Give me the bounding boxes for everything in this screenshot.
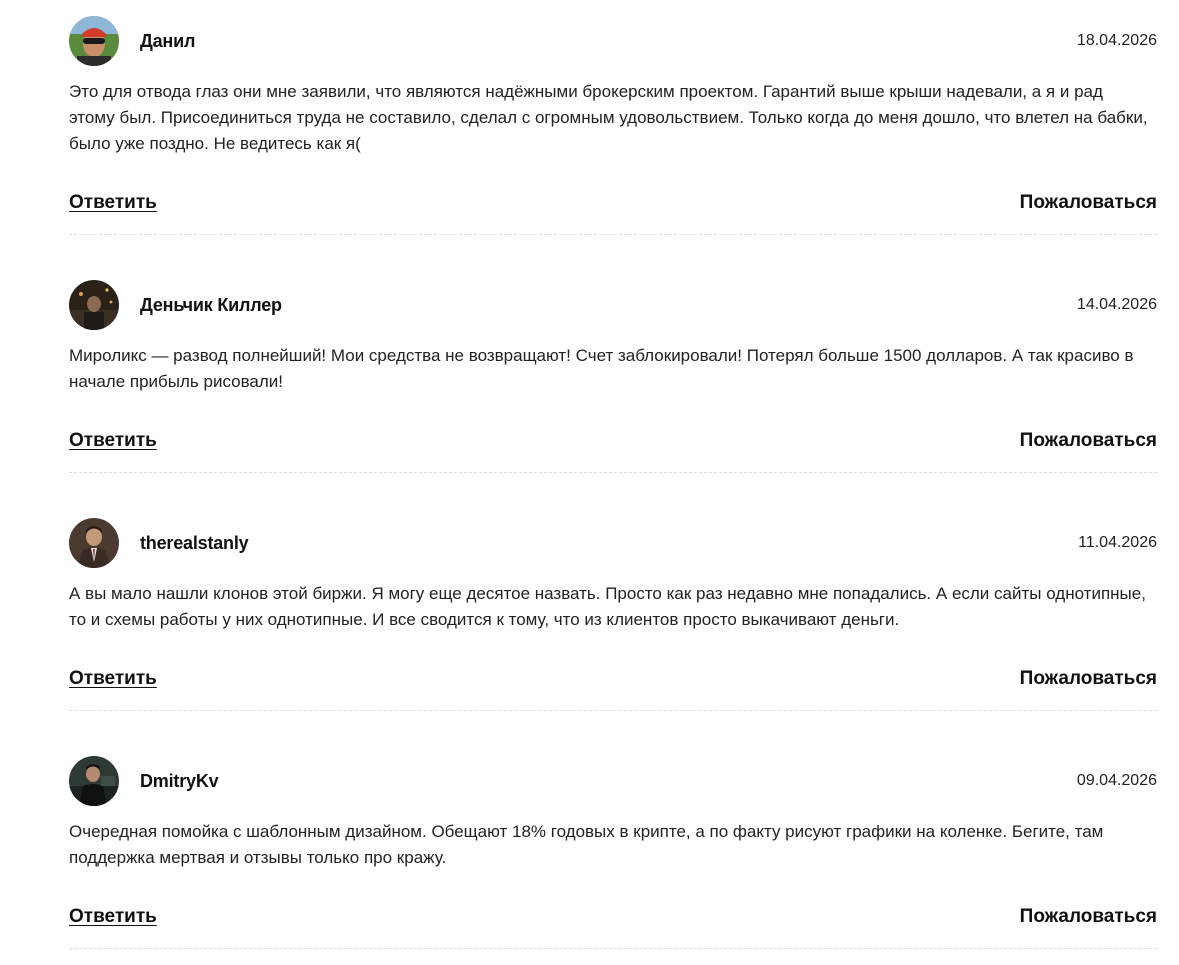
comment-item: therealstanly 11.04.2026 А вы мало нашли… xyxy=(69,473,1157,711)
comment-author[interactable]: Деньчик Киллер xyxy=(140,295,282,316)
avatar[interactable] xyxy=(69,16,119,66)
comment-actions: Ответить Пожаловаться xyxy=(69,902,1157,932)
comment-item: DmitryKv 09.04.2026 Очередная помойка с … xyxy=(69,711,1157,949)
complain-link[interactable]: Пожаловаться xyxy=(1020,430,1157,452)
complain-link[interactable]: Пожаловаться xyxy=(1020,192,1157,214)
reply-link[interactable]: Ответить xyxy=(69,192,157,214)
comment-item: Данил 18.04.2026 Это для отвода глаз они… xyxy=(69,0,1157,235)
comment-header: Данил 18.04.2026 xyxy=(69,16,1157,66)
reply-link[interactable]: Ответить xyxy=(69,668,157,690)
avatar[interactable] xyxy=(69,280,119,330)
comment-date: 18.04.2026 xyxy=(1076,32,1157,49)
comment-author[interactable]: Данил xyxy=(140,31,195,52)
reply-link[interactable]: Ответить xyxy=(69,430,157,452)
comment-text: А вы мало нашли клонов этой биржи. Я мог… xyxy=(69,584,1146,629)
comment-author[interactable]: DmitryKv xyxy=(140,771,219,792)
comment-text: Это для отвода глаз они мне заявили, что… xyxy=(69,82,1148,153)
reply-link[interactable]: Ответить xyxy=(69,906,157,928)
comments-list: Данил 18.04.2026 Это для отвода глаз они… xyxy=(69,0,1157,949)
comment-header: DmitryKv 09.04.2026 xyxy=(69,756,1157,806)
complain-link[interactable]: Пожаловаться xyxy=(1020,668,1157,690)
comment-text: Мироликс — развод полнейший! Мои средств… xyxy=(69,346,1134,391)
avatar[interactable] xyxy=(69,518,119,568)
complain-link[interactable]: Пожаловаться xyxy=(1020,906,1157,928)
comment-author[interactable]: therealstanly xyxy=(140,533,249,554)
avatar[interactable] xyxy=(69,756,119,806)
comment-date: 11.04.2026 xyxy=(1078,534,1157,551)
comment-actions: Ответить Пожаловаться xyxy=(69,188,1157,218)
comment-header: Деньчик Киллер 14.04.2026 xyxy=(69,280,1157,330)
comment-actions: Ответить Пожаловаться xyxy=(69,426,1157,456)
comment-date: 09.04.2026 xyxy=(1076,772,1157,789)
comment-date: 14.04.2026 xyxy=(1076,296,1157,313)
comment-text: Очередная помойка с шаблонным дизайном. … xyxy=(69,822,1104,867)
comment-header: therealstanly 11.04.2026 xyxy=(69,518,1157,568)
comment-actions: Ответить Пожаловаться xyxy=(69,664,1157,694)
comment-item: Деньчик Киллер 14.04.2026 Мироликс — раз… xyxy=(69,235,1157,473)
